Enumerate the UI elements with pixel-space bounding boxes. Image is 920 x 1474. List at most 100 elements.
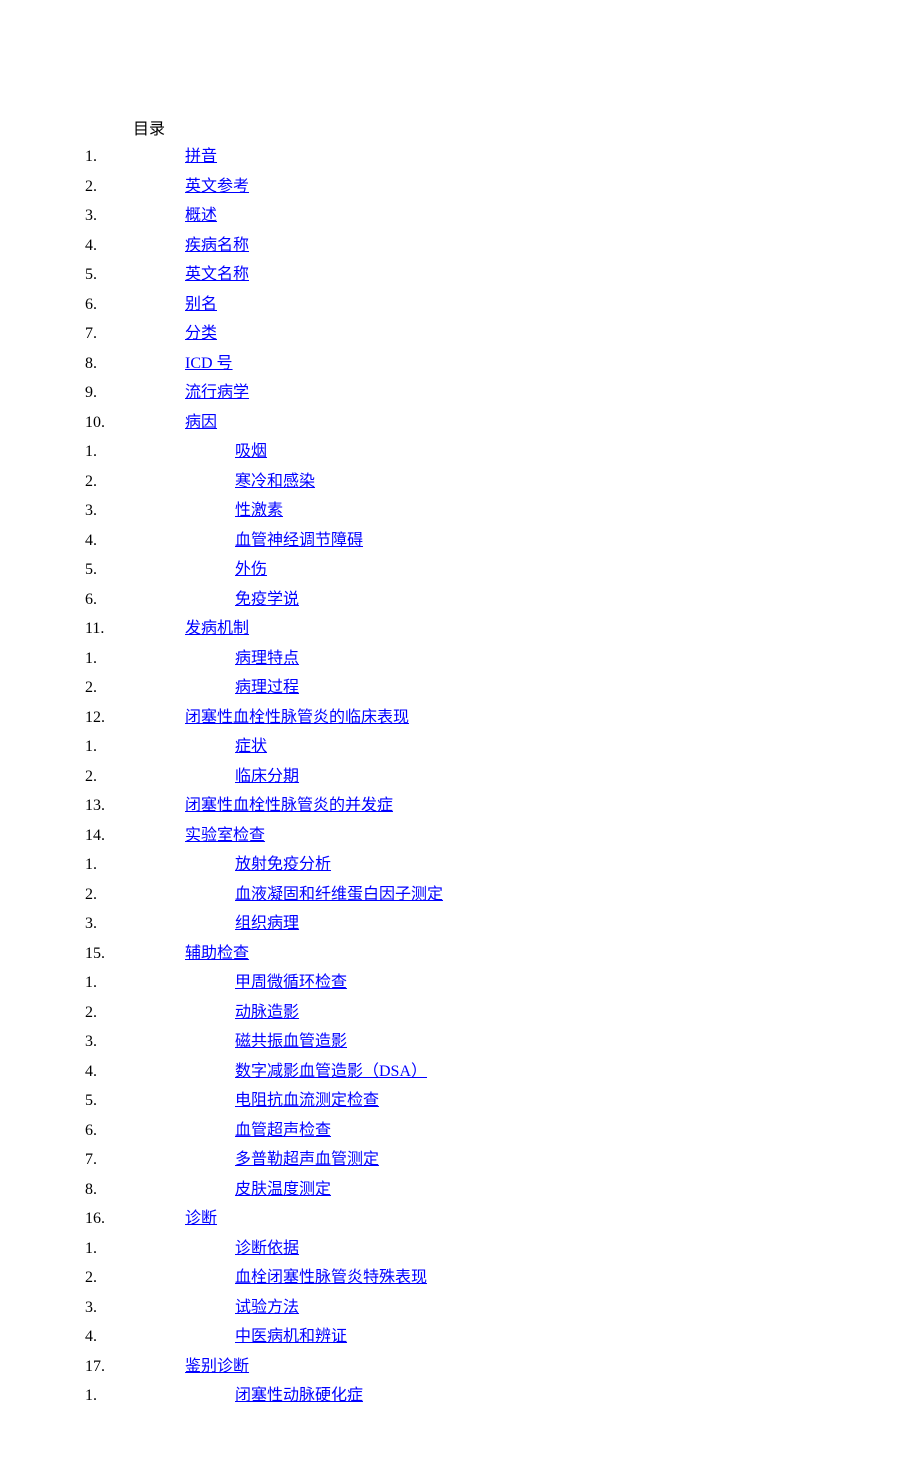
toc-item-number: 5. (85, 263, 185, 287)
toc-item-link[interactable]: 外伤 (235, 558, 267, 582)
toc-item-number: 1. (85, 440, 235, 464)
toc-item: 8.ICD 号 (85, 352, 835, 376)
toc-item-number: 4. (85, 529, 235, 553)
toc-item-link[interactable]: 动脉造影 (235, 1001, 299, 1025)
toc-item: 7.多普勒超声血管测定 (85, 1148, 835, 1172)
toc-item-number: 14. (85, 824, 185, 848)
toc-item-link[interactable]: 实验室检查 (185, 824, 265, 848)
toc-item-link[interactable]: 疾病名称 (185, 234, 249, 258)
toc-item-number: 7. (85, 322, 185, 346)
toc-item-link[interactable]: 闭塞性血栓性脉管炎的临床表现 (185, 706, 409, 730)
toc-item-link[interactable]: 发病机制 (185, 617, 249, 641)
toc-item-link[interactable]: ICD 号 (185, 352, 233, 376)
toc-item: 1.放射免疫分析 (85, 853, 835, 877)
toc-item: 17.鉴别诊断 (85, 1355, 835, 1379)
toc-item: 5.电阻抗血流测定检查 (85, 1089, 835, 1113)
toc-item-link[interactable]: 鉴别诊断 (185, 1355, 249, 1379)
toc-item-number: 1. (85, 1384, 235, 1408)
toc-item: 14.实验室检查 (85, 824, 835, 848)
toc-item-link[interactable]: 吸烟 (235, 440, 267, 464)
toc-item: 5.英文名称 (85, 263, 835, 287)
toc-item: 4.数字减影血管造影（DSA） (85, 1060, 835, 1084)
toc-item-link[interactable]: 诊断 (185, 1207, 217, 1231)
toc-item-link[interactable]: 血液凝固和纤维蛋白因子测定 (235, 883, 443, 907)
toc-item: 1.吸烟 (85, 440, 835, 464)
toc-item-number: 7. (85, 1148, 235, 1172)
toc-item-link[interactable]: 病因 (185, 411, 217, 435)
toc-item-link[interactable]: 中医病机和辨证 (235, 1325, 347, 1349)
toc-item-number: 2. (85, 470, 235, 494)
toc-item-link[interactable]: 数字减影血管造影（DSA） (235, 1060, 427, 1084)
toc-item-number: 6. (85, 588, 235, 612)
toc-item-link[interactable]: 血栓闭塞性脉管炎特殊表现 (235, 1266, 427, 1290)
toc-item-number: 15. (85, 942, 185, 966)
toc-item-link[interactable]: 别名 (185, 293, 217, 317)
toc-item-link[interactable]: 闭塞性动脉硬化症 (235, 1384, 363, 1408)
toc-item-number: 6. (85, 293, 185, 317)
toc-item: 1.病理特点 (85, 647, 835, 671)
toc-item-number: 1. (85, 853, 235, 877)
toc-item: 6.别名 (85, 293, 835, 317)
toc-item-link[interactable]: 寒冷和感染 (235, 470, 315, 494)
toc-item-link[interactable]: 症状 (235, 735, 267, 759)
toc-item-link[interactable]: 概述 (185, 204, 217, 228)
toc-item-number: 6. (85, 1119, 235, 1143)
toc-item-link[interactable]: 血管神经调节障碍 (235, 529, 363, 553)
toc-item-link[interactable]: 闭塞性血栓性脉管炎的并发症 (185, 794, 393, 818)
toc-item: 3.磁共振血管造影 (85, 1030, 835, 1054)
toc-item-link[interactable]: 辅助检查 (185, 942, 249, 966)
toc-item: 11.发病机制 (85, 617, 835, 641)
toc-item: 10.病因 (85, 411, 835, 435)
toc-item-link[interactable]: 血管超声检查 (235, 1119, 331, 1143)
toc-item-number: 3. (85, 204, 185, 228)
toc-item-link[interactable]: 性激素 (235, 499, 283, 523)
toc-item-link[interactable]: 临床分期 (235, 765, 299, 789)
toc-item-link[interactable]: 病理过程 (235, 676, 299, 700)
document-page: 目录 1.拼音2.英文参考3.概述4.疾病名称5.英文名称6.别名7.分类8.I… (0, 0, 920, 1474)
toc-item-number: 2. (85, 765, 235, 789)
toc-item-number: 2. (85, 676, 235, 700)
toc-item-number: 3. (85, 1296, 235, 1320)
toc-item: 1.甲周微循环检查 (85, 971, 835, 995)
toc-item: 2.英文参考 (85, 175, 835, 199)
toc-list: 1.拼音2.英文参考3.概述4.疾病名称5.英文名称6.别名7.分类8.ICD … (85, 145, 835, 1408)
toc-item-number: 11. (85, 617, 185, 641)
toc-item-link[interactable]: 电阻抗血流测定检查 (235, 1089, 379, 1113)
toc-item-number: 1. (85, 1237, 235, 1261)
toc-item-number: 10. (85, 411, 185, 435)
toc-item-link[interactable]: 放射免疫分析 (235, 853, 331, 877)
toc-item-link[interactable]: 拼音 (185, 145, 217, 169)
toc-item-link[interactable]: 甲周微循环检查 (235, 971, 347, 995)
toc-item: 15.辅助检查 (85, 942, 835, 966)
toc-item-number: 17. (85, 1355, 185, 1379)
toc-item-link[interactable]: 分类 (185, 322, 217, 346)
toc-item-link[interactable]: 皮肤温度测定 (235, 1178, 331, 1202)
toc-item-link[interactable]: 英文参考 (185, 175, 249, 199)
toc-item-link[interactable]: 英文名称 (185, 263, 249, 287)
toc-item: 2.临床分期 (85, 765, 835, 789)
toc-item: 2.寒冷和感染 (85, 470, 835, 494)
toc-item: 4.血管神经调节障碍 (85, 529, 835, 553)
toc-item: 3.试验方法 (85, 1296, 835, 1320)
toc-item: 1.拼音 (85, 145, 835, 169)
toc-item-number: 2. (85, 883, 235, 907)
toc-item: 3.概述 (85, 204, 835, 228)
toc-item-link[interactable]: 组织病理 (235, 912, 299, 936)
toc-item-number: 1. (85, 647, 235, 671)
toc-item-number: 5. (85, 1089, 235, 1113)
toc-item: 3.性激素 (85, 499, 835, 523)
toc-item: 6.血管超声检查 (85, 1119, 835, 1143)
toc-item: 2.血栓闭塞性脉管炎特殊表现 (85, 1266, 835, 1290)
toc-item-number: 13. (85, 794, 185, 818)
toc-item-link[interactable]: 磁共振血管造影 (235, 1030, 347, 1054)
toc-item-link[interactable]: 流行病学 (185, 381, 249, 405)
toc-item-link[interactable]: 病理特点 (235, 647, 299, 671)
toc-item-link[interactable]: 诊断依据 (235, 1237, 299, 1261)
toc-item-link[interactable]: 多普勒超声血管测定 (235, 1148, 379, 1172)
toc-item-link[interactable]: 试验方法 (235, 1296, 299, 1320)
toc-item: 1.诊断依据 (85, 1237, 835, 1261)
toc-item-number: 2. (85, 1266, 235, 1290)
toc-item-link[interactable]: 免疫学说 (235, 588, 299, 612)
toc-item: 8.皮肤温度测定 (85, 1178, 835, 1202)
toc-item: 4.疾病名称 (85, 234, 835, 258)
